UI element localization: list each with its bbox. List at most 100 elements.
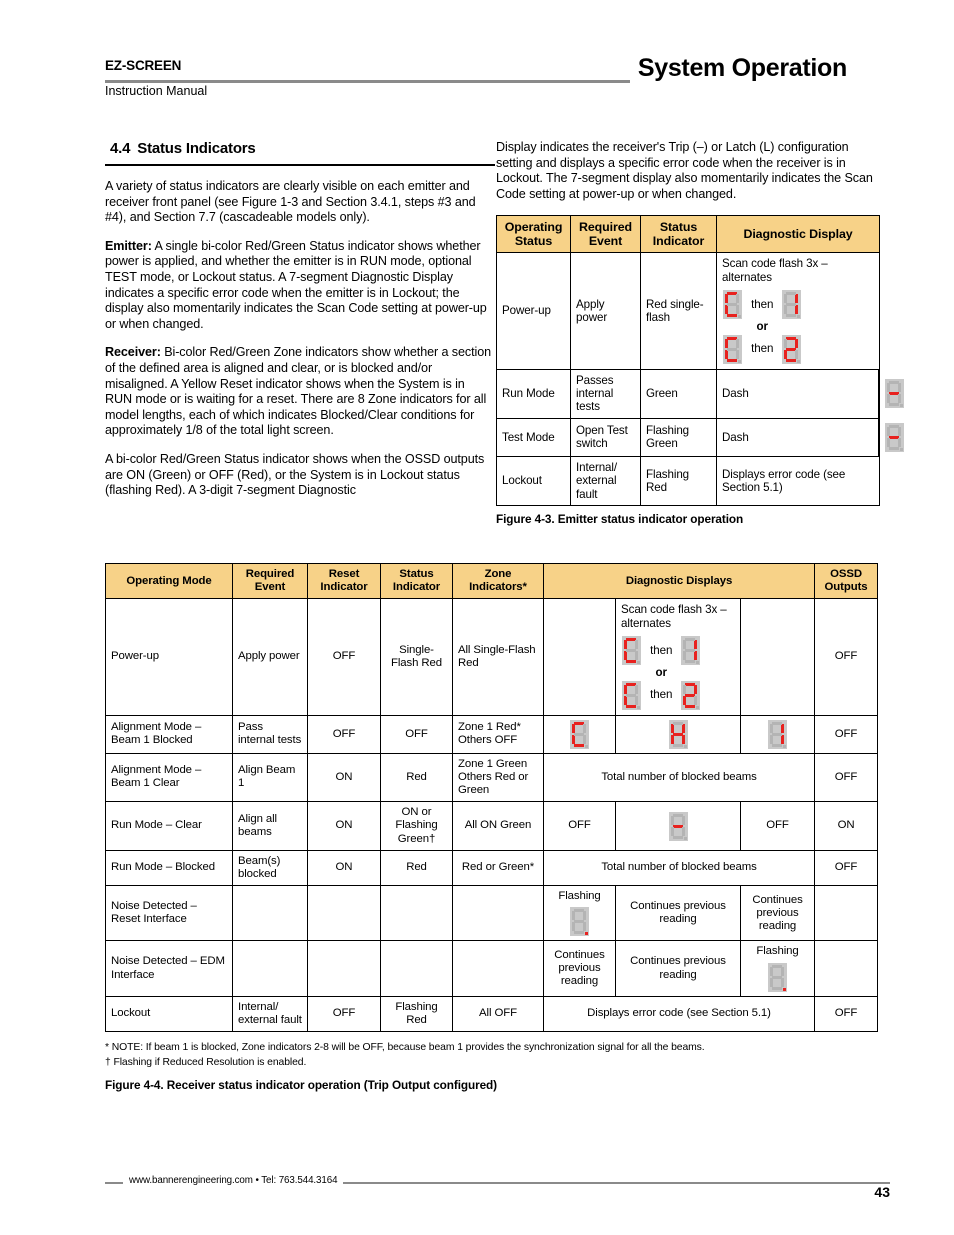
seven-segment-digit-dash [885,422,904,452]
cell-status-indicator: OFF [380,714,453,754]
cell-diagnostic-2 [615,801,741,851]
seven-segment-digit-dash [885,379,904,409]
table-header-row: Operating Status Required Event Status I… [496,215,880,254]
seven-segment-digit-c2 [723,334,742,364]
cell-status-indicator: Green [640,368,717,419]
cell-status-indicator: Flashing Green [640,417,717,457]
note-asterisk: * NOTE: If beam 1 is blocked, Zone indic… [105,1042,705,1054]
col-required-event: Required Event [570,215,641,254]
or-label: or [756,320,769,334]
cell-ossd-outputs: OFF [814,714,879,754]
cell-diagnostic-3 [739,714,816,754]
cell-required-event: Internal/ external fault [232,995,308,1033]
cell-required-event: Beam(s) blocked [232,849,308,887]
cell-reset-indicator [307,885,381,942]
cell-required-event: Internal/ external fault [570,455,641,507]
seven-segment-digit-c [723,290,742,320]
cell-required-event [232,885,308,942]
col-required-event: Required Event [232,562,308,600]
cell-ossd-outputs: OFF [814,752,879,803]
flashing-label: Flashing [558,890,601,903]
cell-diagnostic-glyph [878,417,904,457]
cell-ossd-outputs: OFF [814,598,879,716]
emitter-label: Emitter: [105,238,152,253]
table-header-row: Operating Mode Required Event Reset Indi… [105,562,879,600]
receiver-text: Bi-color Red/Green Zone indicators show … [105,345,492,438]
seven-segment-digit-2 [782,334,802,364]
then-label-2: then [650,688,673,702]
cell-required-event: Pass internal tests [232,714,308,754]
table-row: Run Mode – Clear Align all beams ON ON o… [105,801,879,851]
cell-diagnostic-3: Continues previous reading [739,885,816,942]
note-dagger: † Flashing if Reduced Resolution is enab… [105,1057,307,1069]
cell-status-indicator: Red single-flash [640,252,717,370]
seven-segment-digit-2 [681,680,701,710]
then-label-1: then [751,297,774,311]
cell-ossd-outputs: OFF [814,995,879,1033]
cell-required-event: Align Beam 1 [232,752,308,803]
cell-reset-indicator: ON [307,801,381,851]
cell-operating-mode: Noise Detected – Reset Interface [105,885,233,942]
cell-zone-indicators: Red or Green* [452,849,544,887]
table-notes: * NOTE: If beam 1 is blocked, Zone indic… [105,1041,895,1092]
cell-operating-mode: Run Mode – Blocked [105,849,233,887]
col-status-indicator: Status Indicator [640,215,717,254]
flashing-label: Flashing [756,945,799,958]
table-row: Run Mode – Blocked Beam(s) blocked ON Re… [105,849,879,887]
receiver-table-wrapper: Operating Mode Required Event Reset Indi… [105,562,879,1092]
col-operating-status: Operating Status [496,215,571,254]
page-title: System Operation [629,54,855,83]
left-column: 4.4 Status Indicators A variety of status… [105,140,495,512]
cell-diagnostic-1: Continues previous reading [543,940,616,997]
scan-code-caption: Scan code flash 3x – alternates [621,603,727,630]
emitter-status-table: Operating Status Required Event Status I… [496,215,904,507]
cell-operating-mode: Lockout [105,995,233,1033]
cell-diagnostic-text: Displays error code (see Section 5.1) [716,455,880,507]
receiver-label: Receiver: [105,345,161,360]
table-row: Lockout Internal/ external fault OFF Fla… [105,995,879,1033]
section-heading: 4.4 Status Indicators [110,140,495,157]
cell-status-indicator: Flashing Red [380,995,453,1033]
cell-ossd-outputs [814,940,879,997]
cell-zone-indicators: All Single-Flash Red [452,598,544,716]
cell-ossd-outputs [814,885,879,942]
receiver-status-table: Operating Mode Required Event Reset Indi… [105,562,879,1033]
cell-required-event: Open Test switch [570,417,641,457]
cell-diagnostic-1 [543,714,616,754]
seven-segment-digit-c [622,636,641,666]
cell-status-indicator [380,940,453,997]
col-ossd-outputs: OSSD Outputs [814,562,879,600]
cell-zone-indicators: Zone 1 Red* Others OFF [452,714,544,754]
figure-4-3-caption: Figure 4-3. Emitter status indicator ope… [496,512,744,527]
cell-status-indicator: Flashing Red [640,455,717,507]
cell-ossd-outputs: ON [814,801,879,851]
cell-diagnostic-span: Displays error code (see Section 5.1) [542,995,816,1033]
cell-required-event: Apply power [232,598,308,716]
seven-segment-digit-blank [768,962,788,992]
cell-diagnostic-1: Flashing [543,885,616,942]
cell-diagnostic-2 [615,714,741,754]
cell-zone-indicators: Zone 1 Green Others Red or Green [452,752,544,803]
cell-operating-status: Test Mode [496,417,571,457]
figure-4-4-caption: Figure 4-4. Receiver status indicator op… [105,1078,497,1093]
seven-segment-digit-c [570,719,589,749]
table-row: Noise Detected – Reset Interface Flashin… [105,885,879,942]
paragraph-emitter: Emitter: A single bi-color Red/Green Sta… [105,239,495,333]
cell-ossd-outputs: OFF [814,849,879,887]
cell-status-indicator: Single-Flash Red [380,598,453,716]
section-title: Status Indicators [137,140,256,157]
cell-required-event: Passes internal tests [570,368,641,419]
col-zone-indicators: Zone Indicators* [452,562,544,600]
table-row: Alignment Mode – Beam 1 Clear Align Beam… [105,752,879,803]
cell-status-indicator: Red [380,849,453,887]
cell-operating-status: Run Mode [496,368,571,419]
cell-zone-indicators [452,940,544,997]
paragraph-ossd: A bi-color Red/Green Status indicator sh… [105,451,485,498]
cell-diagnostic-text: Dash [716,417,879,457]
cell-diagnostic-3: Flashing [739,940,816,997]
section-rule [105,164,495,166]
cell-operating-mode: Noise Detected – EDM Interface [105,940,233,997]
then-label-2: then [751,342,774,356]
cell-operating-mode: Run Mode – Clear [105,801,233,851]
table-row: Lockout Internal/ external fault Flashin… [496,455,880,507]
